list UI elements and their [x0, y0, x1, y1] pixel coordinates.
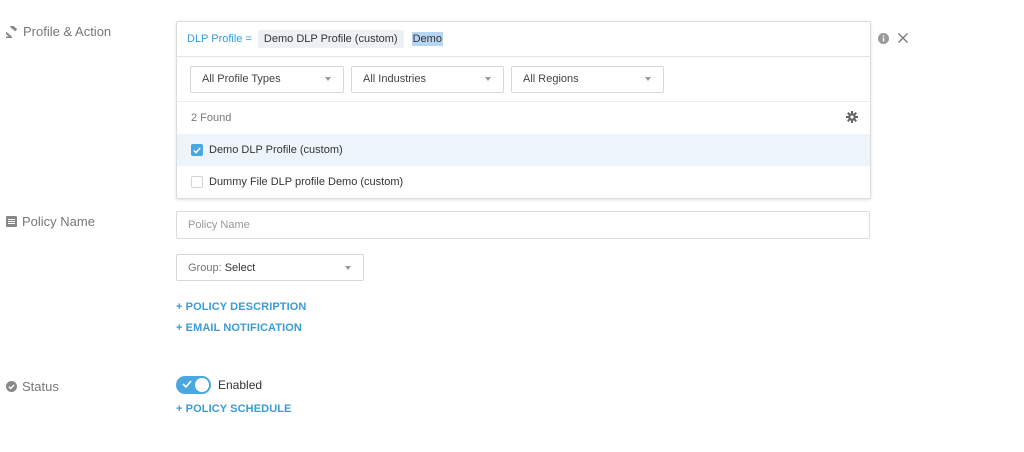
policy-name-text: Policy Name	[22, 214, 95, 229]
toggle-knob	[195, 378, 209, 392]
check-icon	[182, 380, 192, 389]
regions-dropdown[interactable]: All Regions	[511, 65, 664, 93]
industries-value: All Industries	[363, 73, 426, 85]
gear-icon[interactable]	[846, 110, 858, 126]
filter-dropdown-row: All Profile Types All Industries All Reg…	[177, 57, 870, 102]
list-icon	[6, 216, 17, 227]
checkbox-checked[interactable]	[191, 144, 203, 156]
results-header: 2 Found	[177, 102, 870, 134]
add-policy-description-link[interactable]: + POLICY DESCRIPTION	[176, 301, 306, 313]
panel-actions	[878, 31, 909, 49]
caret-down-icon	[325, 77, 331, 81]
add-email-notification-link[interactable]: + EMAIL NOTIFICATION	[176, 322, 302, 334]
policy-name-placeholder: Policy Name	[188, 219, 250, 231]
checkbox-unchecked[interactable]	[191, 176, 203, 188]
filter-query-input[interactable]: Demo	[411, 32, 443, 46]
industries-dropdown[interactable]: All Industries	[351, 65, 504, 93]
policy-name-input[interactable]: Policy Name	[176, 211, 870, 239]
results-count: 2 Found	[191, 112, 232, 124]
filter-key: DLP Profile =	[187, 33, 252, 45]
policy-name-label: Policy Name	[6, 214, 95, 229]
caret-down-icon	[485, 77, 491, 81]
profile-types-dropdown[interactable]: All Profile Types	[190, 65, 344, 93]
result-item[interactable]: Dummy File DLP profile Demo (custom)	[177, 166, 870, 198]
profile-selector-panel: DLP Profile = Demo DLP Profile (custom) …	[176, 21, 871, 199]
status-toggle-label: Enabled	[218, 378, 263, 392]
group-value: Select	[224, 261, 256, 274]
profile-action-text: Profile & Action	[23, 24, 112, 39]
caret-down-icon	[345, 265, 351, 270]
caret-down-icon	[645, 77, 651, 81]
result-item[interactable]: Demo DLP Profile (custom)	[177, 134, 870, 166]
filter-chip[interactable]: Demo DLP Profile (custom)	[257, 30, 404, 48]
status-toggle[interactable]	[176, 376, 211, 394]
result-label: Demo DLP Profile (custom)	[209, 144, 343, 156]
regions-value: All Regions	[523, 73, 579, 85]
group-prefix: Group:	[188, 261, 222, 274]
profile-types-value: All Profile Types	[202, 73, 281, 85]
profile-action-label: Profile & Action	[6, 24, 111, 39]
gavel-icon	[6, 25, 18, 38]
group-select[interactable]: Group: Select	[176, 254, 364, 281]
filter-bar[interactable]: DLP Profile = Demo DLP Profile (custom) …	[177, 22, 870, 57]
close-icon[interactable]	[897, 31, 909, 49]
info-icon[interactable]	[878, 31, 889, 49]
status-label: Status	[6, 379, 59, 394]
status-text: Status	[22, 379, 59, 394]
add-policy-schedule-link[interactable]: + POLICY SCHEDULE	[176, 403, 292, 415]
result-label: Dummy File DLP profile Demo (custom)	[209, 176, 404, 188]
group-select-value: Group: Select	[188, 262, 255, 274]
check-circle-icon	[6, 381, 17, 392]
